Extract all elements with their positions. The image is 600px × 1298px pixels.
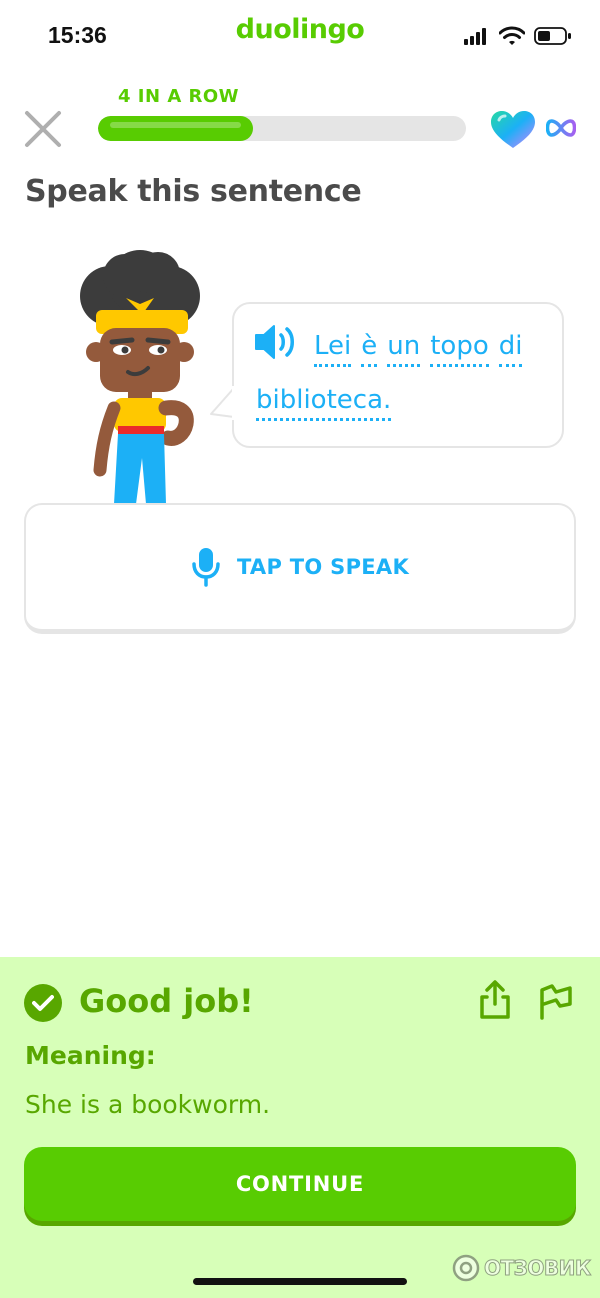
watermark: ОТЗОВИК [452, 1254, 592, 1282]
meaning-label: Meaning: [25, 1041, 156, 1070]
word-token[interactable]: è [361, 330, 378, 367]
word-token[interactable]: biblioteca. [256, 384, 392, 421]
battery-icon [534, 26, 572, 50]
word-token[interactable]: Lei [314, 330, 352, 367]
wifi-icon [498, 26, 526, 50]
lesson-progress-bar [98, 116, 466, 141]
lesson-progress-fill [98, 116, 253, 141]
check-icon [32, 995, 54, 1011]
speech-bubble-tail [210, 386, 235, 420]
speaker-icon[interactable] [254, 324, 298, 360]
check-badge [24, 984, 62, 1022]
feedback-title: Good job! [79, 982, 254, 1020]
home-indicator [193, 1278, 407, 1285]
close-icon[interactable] [24, 110, 62, 148]
tap-to-speak-label: TAP TO SPEAK [236, 555, 410, 579]
word-token[interactable]: topo [430, 330, 489, 367]
sentence-line-2: biblioteca. [256, 384, 392, 421]
character-illustration [70, 248, 210, 508]
meaning-text: She is a bookworm. [25, 1090, 271, 1119]
continue-button[interactable]: CONTINUE [24, 1147, 576, 1221]
share-icon[interactable] [478, 980, 512, 1024]
status-icons [464, 26, 572, 50]
word-token[interactable]: un [387, 330, 421, 367]
watermark-logo-icon [452, 1254, 480, 1282]
infinity-icon [545, 118, 577, 142]
streak-label: 4 IN A ROW [118, 86, 240, 107]
signal-icon [464, 27, 490, 49]
page-title: Speak this sentence [25, 174, 362, 209]
word-token[interactable]: di [498, 330, 523, 367]
flag-icon[interactable] [538, 982, 574, 1024]
tap-to-speak-button[interactable]: TAP TO SPEAK [24, 503, 576, 634]
play-audio-button[interactable] [254, 324, 298, 364]
watermark-text: ОТЗОВИК [484, 1256, 592, 1281]
continue-label: CONTINUE [235, 1172, 365, 1196]
sentence-line-1: Lei è un topo di [314, 330, 523, 367]
heart-icon [490, 110, 536, 154]
close-button[interactable] [24, 110, 62, 148]
microphone-icon [192, 548, 220, 587]
